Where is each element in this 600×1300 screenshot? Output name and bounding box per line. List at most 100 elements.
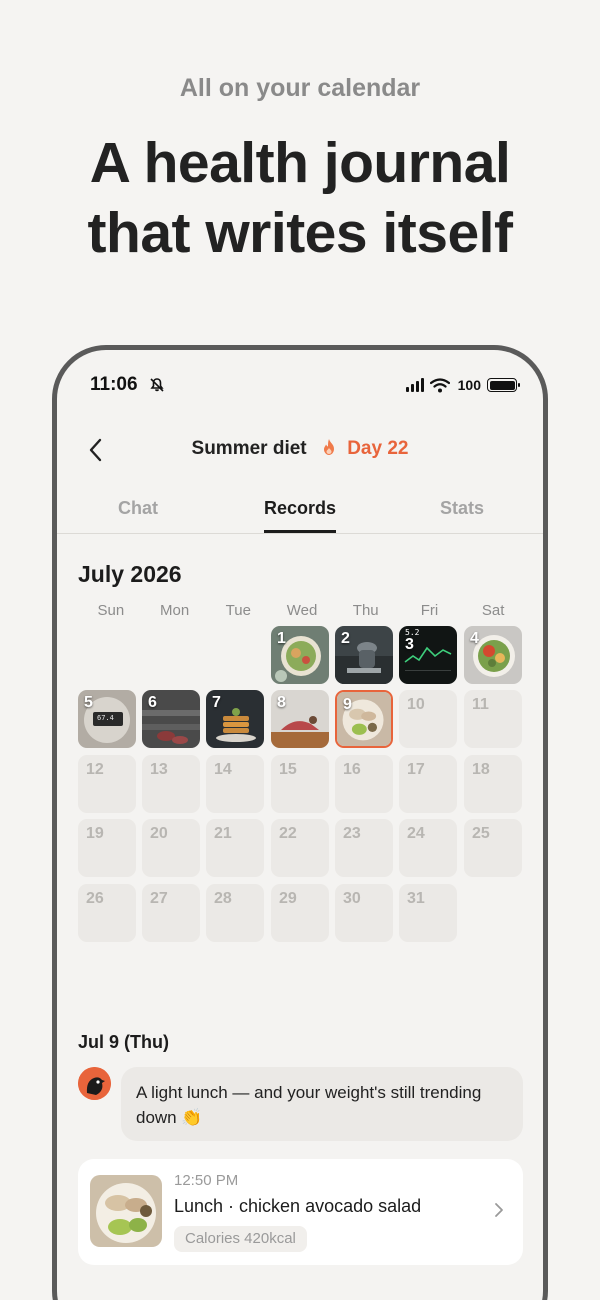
calendar-grid: 1 2 5.2 3 4 67.4 5 6 7 8 9 10 11 12 13 1… [78,626,528,946]
day-number: 27 [150,890,168,907]
calendar-day-18[interactable]: 18 [464,755,522,813]
day-number: 8 [277,694,286,711]
calendar-day-22[interactable]: 22 [271,819,329,877]
day-number: 31 [407,890,425,907]
calendar-day-17[interactable]: 17 [399,755,457,813]
plan-name: Summer diet [191,438,307,459]
weekday-label: Mon [159,602,190,619]
scale-reading: 67.4 [97,714,114,722]
tab-records[interactable]: Records [219,490,381,533]
day-number: 24 [407,825,425,842]
weekday-header: Sun Mon Tue Wed Thu Fri Sat [79,602,525,619]
bird-avatar-icon [78,1067,111,1100]
calendar-day-20[interactable]: 20 [142,819,200,877]
wifi-icon [429,377,450,392]
calendar-day-19[interactable]: 19 [78,819,136,877]
meal-entry-card[interactable]: 12:50 PM Lunch · chicken avocado salad C… [78,1159,523,1265]
calendar-day-9[interactable]: 9 [335,690,393,748]
day-number: 2 [341,630,350,647]
status-indicators: 100 [405,377,520,393]
day-number: 22 [279,825,297,842]
hero-subtitle: All on your calendar [179,74,421,102]
calendar-day-8[interactable]: 8 [271,690,329,748]
weekday-label: Fri [420,602,439,619]
calendar-day-29[interactable]: 29 [271,884,329,942]
nav-title: Summer diet Day 22 [57,438,543,460]
battery-percent: 100 [457,377,481,393]
calendar-day-15[interactable]: 15 [271,755,329,813]
calendar-day-7[interactable]: 7 [206,690,264,748]
day-number: 15 [279,761,297,778]
calendar-day-23[interactable]: 23 [335,819,393,877]
tab-stats[interactable]: Stats [381,490,543,533]
calendar-month: July 2026 [78,561,182,587]
day-number: 6 [148,694,157,711]
hero-title-line-2: that writes itself [87,201,513,265]
calendar-day-4[interactable]: 4 [464,626,522,684]
entry-title: Lunch · chicken avocado salad [174,1196,422,1216]
calendar-day-31[interactable]: 31 [399,884,457,942]
calendar-day-28[interactable]: 28 [206,884,264,942]
day-number: 16 [343,761,361,778]
day-number: 5 [84,694,93,711]
weekday-label: Sun [97,602,125,619]
calendar-day-2[interactable]: 2 [335,626,393,684]
day-number: 14 [214,761,232,778]
meal-thumbnail [90,1175,162,1247]
day-number: 21 [214,825,232,842]
calendar-day-3[interactable]: 5.2 3 [399,626,457,684]
calendar-day-1[interactable]: 1 [271,626,329,684]
tab-chat[interactable]: Chat [57,490,219,533]
calendar-day-16[interactable]: 16 [335,755,393,813]
calendar-day-21[interactable]: 21 [206,819,264,877]
day-number: 3 [405,636,414,653]
calendar-day-5[interactable]: 67.4 5 [78,690,136,748]
calendar-day-11[interactable]: 11 [464,690,522,748]
battery-icon [487,378,520,392]
day-number: 9 [343,696,352,713]
calendar-day-12[interactable]: 12 [78,755,136,813]
weekday-label: Thu [352,602,379,619]
day-number: 19 [86,825,104,842]
day-number: 20 [150,825,168,842]
entry-time: 12:50 PM [174,1172,239,1189]
weekday-label: Sat [481,602,505,619]
calendar-day-10[interactable]: 10 [399,690,457,748]
chevron-right-icon [495,1203,503,1217]
status-bar: 11:06 100 [57,374,543,404]
day-number: 12 [86,761,104,778]
hero-title: A health journal that writes itself [0,128,600,268]
weekday-label: Tue [225,602,251,619]
phone-frame: 11:06 100 Summer diet Day 22 Chat Record… [52,345,548,1300]
day-number: 29 [279,890,297,907]
day-number: 25 [472,825,490,842]
calendar-day-24[interactable]: 24 [399,819,457,877]
hero-title-line-1: A health journal [89,131,511,195]
day-number: 28 [214,890,232,907]
calendar-day-13[interactable]: 13 [142,755,200,813]
silent-bell-icon [150,378,164,392]
day-number: 18 [472,761,490,778]
calendar-day-27[interactable]: 27 [142,884,200,942]
calendar-day-14[interactable]: 14 [206,755,264,813]
calendar-day-26[interactable]: 26 [78,884,136,942]
selected-date-label: Jul 9 (Thu) [78,1032,169,1052]
day-number: 13 [150,761,168,778]
day-number: 17 [407,761,425,778]
day-number: 4 [470,630,479,647]
tab-bar: Chat Records Stats [57,490,543,534]
streak-badge: Day 22 [347,438,409,459]
weekday-label: Wed [286,602,318,619]
day-number: 7 [212,694,221,711]
day-number: 11 [472,696,489,713]
assistant-message: A light lunch — and your weight's still … [121,1067,523,1141]
nav-bar: Summer diet Day 22 [57,428,543,474]
day-number: 1 [277,630,286,647]
calories-tag: Calories 420kcal [174,1226,307,1252]
day-number: 10 [407,696,425,713]
calendar-day-6[interactable]: 6 [142,690,200,748]
calendar-day-30[interactable]: 30 [335,884,393,942]
calendar-day-25[interactable]: 25 [464,819,522,877]
cellular-signal-icon [405,378,424,392]
flame-icon [323,439,334,455]
